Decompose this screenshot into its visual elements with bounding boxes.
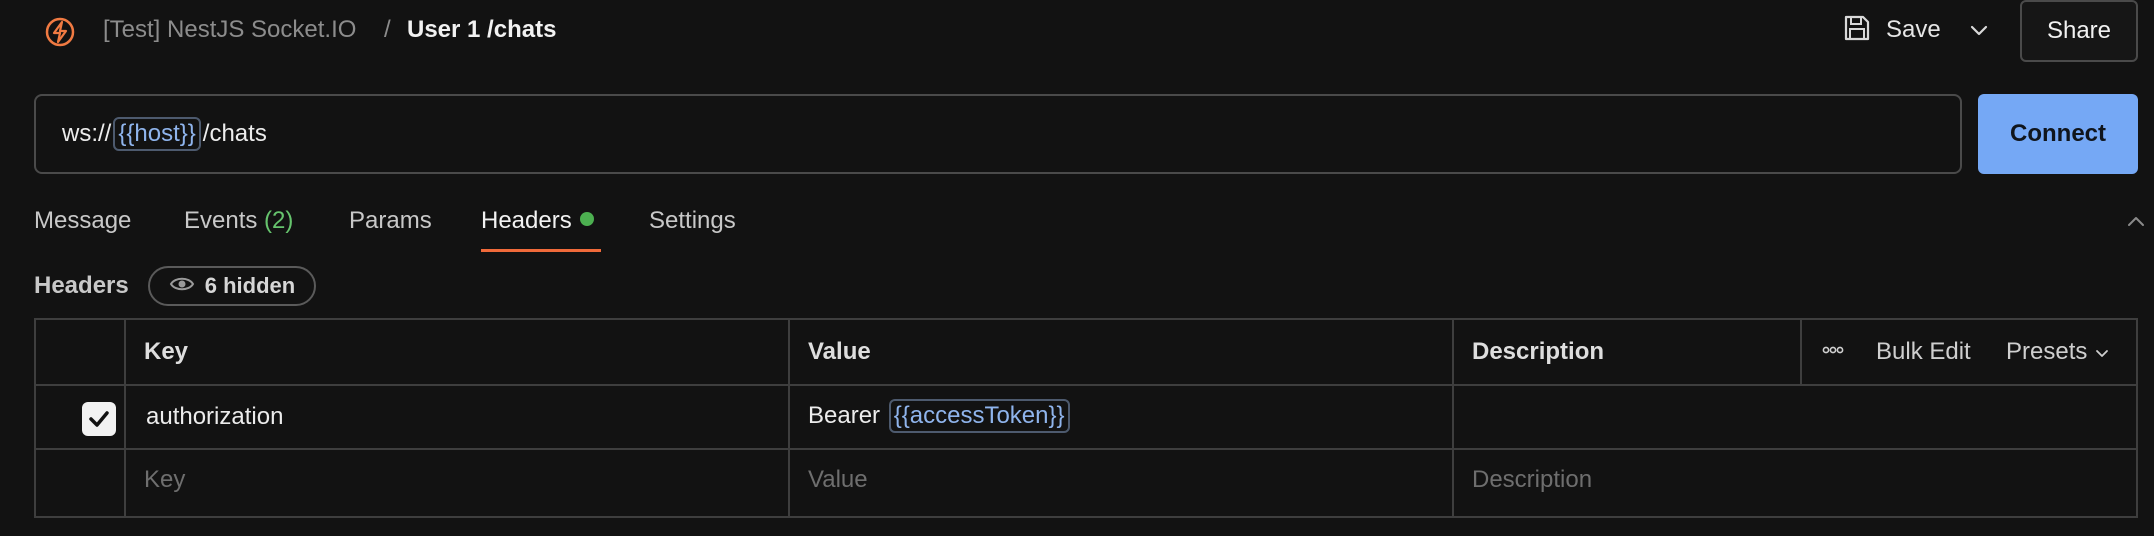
headers-status-dot (579, 212, 594, 226)
presets-dropdown[interactable]: Presets (2006, 337, 2110, 367)
tab-settings-label: Settings (649, 207, 736, 234)
breadcrumb-collection[interactable]: [Test] NestJS Socket.IO (103, 15, 356, 45)
row-enabled-checkbox[interactable] (82, 402, 116, 436)
save-label: Save (1886, 16, 1941, 43)
column-header-value: Value (808, 338, 871, 365)
headers-section-title: Headers (34, 272, 129, 299)
tab-events[interactable]: Events (2) (184, 206, 293, 236)
chevron-down-icon (2096, 349, 2108, 357)
new-value-input[interactable]: Value (808, 465, 868, 495)
save-button[interactable]: Save (1842, 10, 1941, 50)
new-key-input[interactable]: Key (144, 465, 185, 495)
tab-settings[interactable]: Settings (649, 206, 736, 236)
tab-params[interactable]: Params (349, 206, 432, 236)
header-value-cell[interactable]: Bearer {{accessToken}} (808, 399, 1072, 433)
page-title[interactable]: User 1 /chats (407, 15, 556, 45)
column-header-description: Description (1472, 338, 1605, 365)
hidden-count-label: 6 hidden (204, 273, 296, 298)
breadcrumb-separator: / (384, 16, 391, 43)
presets-label: Presets (2006, 338, 2088, 365)
tab-headers-label: Headers (481, 207, 572, 234)
floppy-disk-icon (1842, 13, 1872, 48)
header-value-prefix: Bearer (808, 402, 881, 429)
tab-message-label: Message (34, 207, 132, 234)
table-divider (788, 320, 790, 516)
more-horizontal-icon[interactable] (1822, 334, 1844, 372)
table-divider (124, 320, 126, 516)
checkmark-icon (89, 411, 109, 427)
url-input[interactable]: ws:// {{host}} /chats (34, 94, 1962, 174)
column-header-key: Key (144, 338, 189, 365)
url-variable-host[interactable]: {{host}} (113, 117, 201, 151)
share-button[interactable]: Share (2020, 0, 2138, 62)
header-key-cell[interactable]: authorization (146, 402, 283, 432)
headers-table: Key Value Description Bulk Edit Presets … (34, 318, 2138, 518)
save-options-chevron-down-icon[interactable] (1966, 18, 1992, 44)
table-divider (1452, 320, 1454, 516)
new-description-input[interactable]: Description (1472, 465, 1592, 495)
tab-events-label: Events (184, 207, 258, 234)
url-prefix: ws:// (62, 120, 112, 147)
tab-headers[interactable]: Headers (481, 206, 594, 236)
active-tab-indicator (481, 249, 601, 252)
header-value-variable[interactable]: {{accessToken}} (888, 399, 1070, 433)
table-divider (36, 384, 2136, 386)
connect-button[interactable]: Connect (1978, 94, 2138, 174)
app-logo-icon (42, 14, 78, 50)
table-divider (36, 448, 2136, 450)
url-path: /chats (202, 120, 267, 147)
tab-message[interactable]: Message (34, 206, 131, 236)
eye-icon (169, 273, 195, 299)
show-hidden-headers-button[interactable]: 6 hidden (148, 266, 316, 306)
table-divider (1800, 320, 1802, 384)
tab-events-count: (2) (264, 207, 294, 234)
tab-params-label: Params (349, 207, 432, 234)
chevron-up-icon[interactable] (2124, 210, 2148, 234)
bulk-edit-button[interactable]: Bulk Edit (1876, 337, 1971, 367)
